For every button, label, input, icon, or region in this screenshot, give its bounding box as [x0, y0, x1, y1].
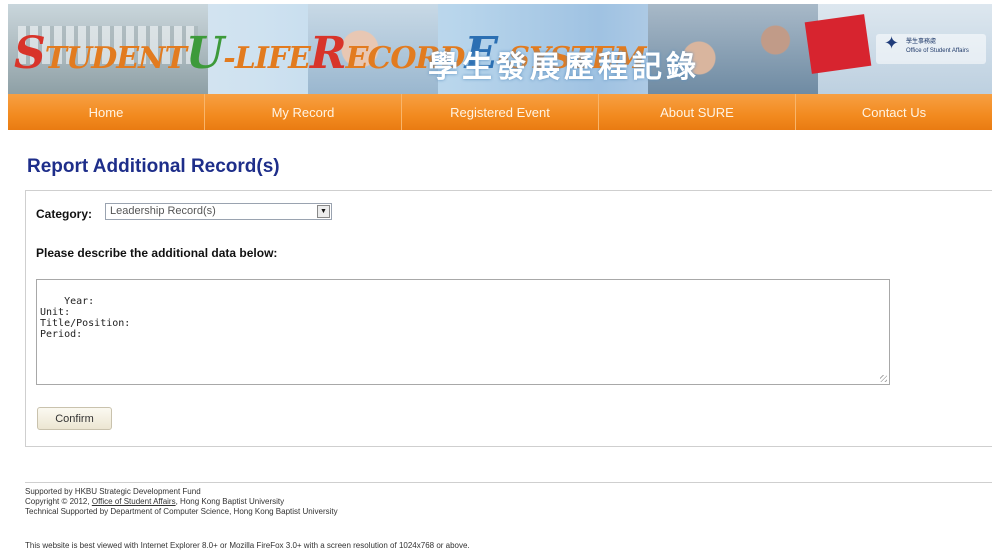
nav-home[interactable]: Home	[8, 94, 205, 130]
office-badge: ✦ 學生事務處 Office of Student Affairs	[876, 34, 986, 64]
category-selected-value: Leadership Record(s)	[110, 205, 216, 217]
report-form-panel: Category: Leadership Record(s) ▼ Please …	[25, 190, 992, 447]
description-label: Please describe the additional data belo…	[36, 246, 278, 260]
logo-letter-r: R	[310, 28, 347, 79]
page-title: Report Additional Record(s)	[27, 156, 280, 177]
logo-word-life: -LIFE	[223, 41, 311, 76]
site-banner: STUDENTU-LIFERECORDE-SYSTEM 學生發展歷程記錄 ✦ 學…	[8, 4, 992, 94]
description-textarea[interactable]: Year: Unit: Title/Position: Period:	[36, 279, 890, 385]
main-nav: Home My Record Registered Event About SU…	[8, 94, 992, 130]
nav-registered-event[interactable]: Registered Event	[402, 94, 599, 130]
footer: Supported by HKBU Strategic Development …	[25, 487, 338, 517]
resize-grip-icon[interactable]	[880, 375, 887, 382]
bauhinia-star-icon: ✦	[884, 33, 900, 53]
description-text: Year: Unit: Title/Position: Period:	[40, 296, 131, 340]
logo-letter-s: S	[14, 28, 46, 79]
chinese-title: 學生發展歷程記錄	[428, 50, 700, 85]
footer-copyright: Copyright © 2012, Office of Student Affa…	[25, 497, 338, 507]
nav-my-record[interactable]: My Record	[205, 94, 402, 130]
logo-word-tudent: TUDENT	[44, 41, 187, 76]
confirm-button[interactable]: Confirm	[37, 407, 112, 430]
office-link[interactable]: Office of Student Affairs	[92, 497, 176, 506]
footer-funding: Supported by HKBU Strategic Development …	[25, 487, 201, 496]
hong-kong-flag-icon	[804, 14, 872, 74]
logo-letter-u: U	[185, 28, 224, 79]
browser-note: This website is best viewed with Interne…	[25, 541, 470, 550]
office-badge-zh: 學生事務處	[906, 39, 937, 45]
copyright-prefix: Copyright © 2012,	[25, 497, 90, 506]
nav-contact-us[interactable]: Contact Us	[796, 94, 992, 130]
category-label: Category:	[36, 207, 93, 221]
category-select[interactable]: Leadership Record(s) ▼	[105, 203, 332, 220]
copyright-suffix: , Hong Kong Baptist University	[175, 497, 285, 506]
nav-about-sure[interactable]: About SURE	[599, 94, 796, 130]
dropdown-arrow-icon[interactable]: ▼	[317, 205, 330, 218]
footer-divider	[25, 482, 992, 483]
office-badge-en: Office of Student Affairs	[906, 48, 969, 54]
footer-technical: Technical Supported by Department of Com…	[25, 507, 338, 516]
